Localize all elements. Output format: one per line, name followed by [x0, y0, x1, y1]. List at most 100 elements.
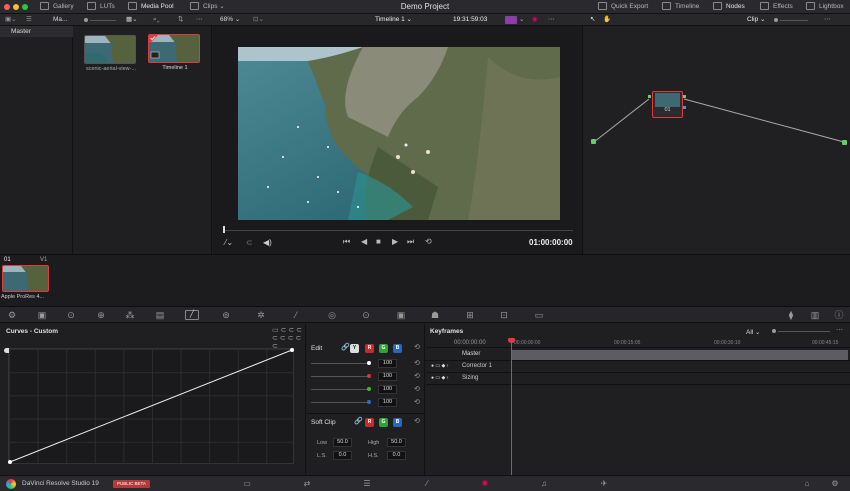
effects-button[interactable]: Effects	[760, 1, 793, 13]
color-match-icon[interactable]: ▣	[35, 310, 49, 320]
sort-icon[interactable]: ⇅	[178, 14, 183, 26]
stop-icon[interactable]: ■	[376, 237, 381, 246]
low-value[interactable]: 50.0	[333, 438, 352, 447]
reset-icon[interactable]: ⟲	[414, 343, 420, 351]
y-value[interactable]: 100	[378, 359, 397, 368]
tracker-icon[interactable]: ⊙	[359, 310, 373, 320]
track-controls-icon[interactable]: ● ▭ ◆ ›	[431, 375, 448, 381]
y-slider[interactable]	[311, 363, 369, 364]
zoom-handle[interactable]	[772, 329, 776, 333]
lightbox-button[interactable]: Lightbox	[806, 1, 844, 13]
motion-effects-icon[interactable]: ▤	[153, 310, 167, 320]
high-value[interactable]: 50.0	[387, 438, 406, 447]
node-output-port[interactable]	[683, 95, 686, 98]
deliver-page-icon[interactable]: ✈	[597, 479, 611, 489]
b-value[interactable]: 100	[378, 398, 397, 407]
pointer-tool-icon[interactable]: ↖	[590, 14, 595, 26]
reset-icon[interactable]: ⟲	[414, 385, 420, 393]
settings-gear-icon[interactable]: ⚙	[828, 479, 842, 489]
color-wheel-icon[interactable]: ◉	[532, 14, 538, 26]
r-slider-handle[interactable]	[367, 374, 371, 378]
r-slider[interactable]	[311, 376, 369, 377]
zoom-dropdown[interactable]: 68% ⌄	[220, 14, 240, 26]
link-icon[interactable]: 🔗	[341, 343, 350, 351]
playhead-handle[interactable]	[508, 338, 515, 343]
home-icon[interactable]: ⌂	[800, 479, 814, 489]
reset-icon[interactable]: ⟲	[414, 398, 420, 406]
close-window-button[interactable]	[4, 4, 10, 10]
node-zoom-slider[interactable]	[780, 19, 808, 21]
magic-mask-icon[interactable]: ▣	[394, 310, 408, 320]
master-keyframe-bar[interactable]	[512, 350, 848, 360]
node-zoom-handle[interactable]	[774, 18, 778, 22]
g-slider-handle[interactable]	[367, 387, 371, 391]
camera-raw-icon[interactable]: ⚙	[5, 310, 19, 320]
thumbnail-size-slider[interactable]	[90, 19, 116, 21]
info-icon[interactable]: ⓘ	[832, 310, 846, 320]
window-icon[interactable]: ◎	[325, 310, 339, 320]
chevron-down-icon[interactable]: ⌄	[519, 14, 524, 26]
keyframe-zoom-slider[interactable]	[778, 330, 830, 332]
grid-view-icon[interactable]: ▦⌄	[126, 14, 138, 26]
output-node[interactable]	[842, 140, 847, 145]
primaries-wheels-icon[interactable]: ⊙	[64, 310, 78, 320]
eyedropper-qualifier-icon[interactable]: ⁄	[289, 310, 303, 320]
curve-point-low[interactable]	[8, 460, 12, 464]
go-to-start-icon[interactable]: ⏮	[343, 237, 350, 247]
g-value[interactable]: 100	[378, 385, 397, 394]
panel-layout-icon[interactable]: ▣⌄	[5, 14, 17, 26]
color-page-icon[interactable]: ✺	[478, 479, 492, 489]
audio-scope-icon[interactable]: ⧫	[784, 310, 798, 320]
viewer-layout-icon[interactable]: ⊡⌄	[253, 14, 264, 26]
timeline-button[interactable]: Timeline	[662, 1, 699, 13]
r-value[interactable]: 100	[378, 372, 397, 381]
key-icon[interactable]: ⊞	[463, 310, 477, 320]
more-options-icon[interactable]: ⋯	[548, 14, 555, 26]
reset-icon[interactable]: ⟲	[414, 417, 420, 425]
clip-thumbnail[interactable]	[2, 265, 49, 292]
media-pool-button[interactable]: Media Pool	[128, 1, 174, 13]
more-options-icon[interactable]: ⋯	[824, 14, 831, 26]
media-pool-item[interactable]: Timeline 1	[148, 34, 202, 71]
rgb-mixer-icon[interactable]: ⁂	[123, 310, 137, 320]
ls-value[interactable]: 0.0	[333, 451, 352, 460]
clips-button[interactable]: Clips ⌄	[190, 1, 225, 13]
timeline-dropdown[interactable]: Timeline 1 ⌄	[375, 14, 412, 26]
media-page-icon[interactable]: ▭	[240, 479, 254, 489]
channel-r-chip[interactable]: R	[365, 344, 374, 353]
luts-button[interactable]: LUTs	[87, 1, 115, 13]
g-slider[interactable]	[311, 389, 369, 390]
loop-icon[interactable]: ⟲	[425, 237, 432, 246]
source-input-node[interactable]	[591, 139, 596, 144]
more-options-icon[interactable]: ⋯	[836, 326, 843, 334]
blur-icon[interactable]: ☗	[428, 310, 442, 320]
channel-y-chip[interactable]: Y	[350, 344, 359, 353]
softclip-b-chip[interactable]: B	[393, 418, 402, 427]
channel-g-chip[interactable]: G	[379, 344, 388, 353]
scrubber-playhead[interactable]	[223, 226, 225, 233]
b-slider[interactable]	[311, 402, 369, 403]
qualifier-icon[interactable]: ✲	[254, 310, 268, 320]
keyframe-filter-dropdown[interactable]: All ⌄	[746, 328, 761, 336]
audio-icon[interactable]: ◀)	[263, 238, 272, 247]
node-input-port[interactable]	[648, 95, 651, 98]
hs-value[interactable]: 0.0	[387, 451, 406, 460]
clip-mode-dropdown[interactable]: Clip ⌄	[747, 14, 765, 26]
curve-point-high[interactable]	[290, 348, 294, 352]
list-view-icon[interactable]: ☰	[26, 14, 32, 26]
fairlight-page-icon[interactable]: ♫	[537, 479, 551, 489]
quick-export-button[interactable]: Quick Export	[598, 1, 648, 13]
3d-icon[interactable]: ▭	[532, 310, 546, 320]
softclip-r-chip[interactable]: R	[365, 418, 374, 427]
viewer-scrubber[interactable]	[223, 230, 573, 231]
highlight-icon[interactable]: ⊂	[246, 238, 253, 247]
cut-page-icon[interactable]: ⇄	[300, 479, 314, 489]
keyframe-playhead[interactable]	[511, 340, 512, 475]
fusion-page-icon[interactable]: ⁄	[420, 479, 434, 489]
go-to-end-icon[interactable]: ⏭	[407, 237, 414, 247]
curve-handle-icon[interactable]	[4, 348, 9, 353]
channel-b-chip[interactable]: B	[393, 344, 402, 353]
link-icon[interactable]: 🔗	[354, 417, 363, 425]
nodes-button[interactable]: Nodes	[713, 1, 745, 13]
media-pool-item[interactable]: scenic-aerial-view-...	[84, 35, 138, 72]
